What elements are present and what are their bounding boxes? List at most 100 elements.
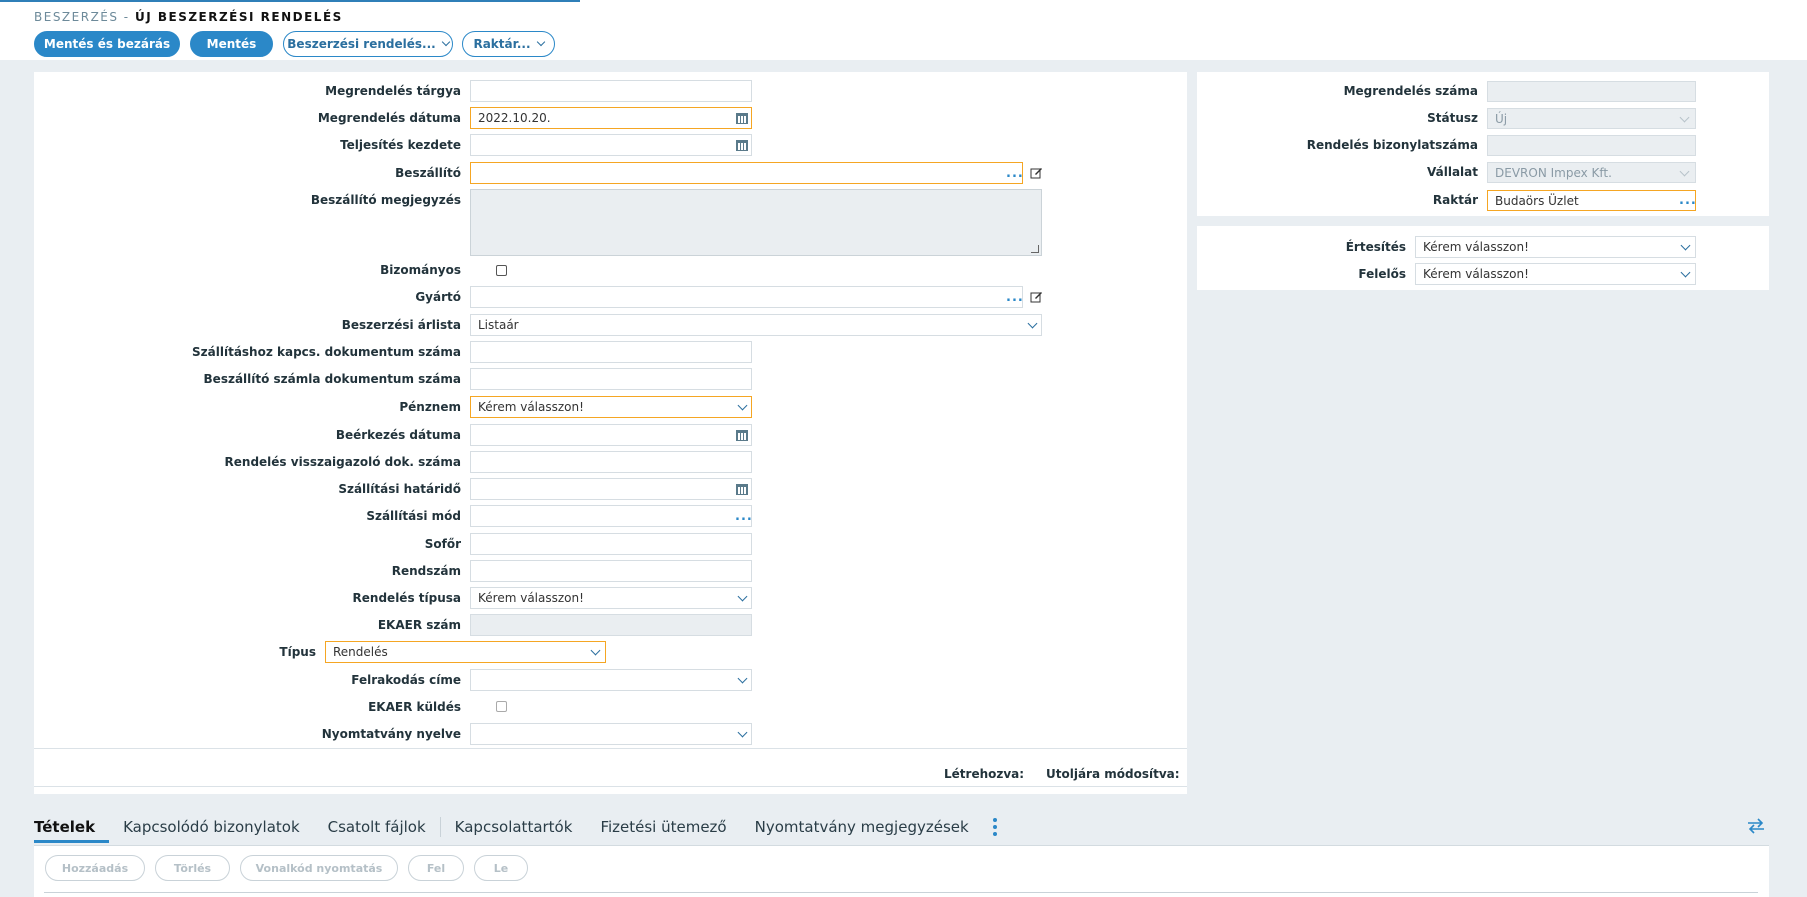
delivery-method-input[interactable] (470, 505, 752, 527)
supplier-note-textarea[interactable] (470, 189, 1042, 256)
more-vertical-icon[interactable] (992, 818, 997, 836)
fulfillment-start-input[interactable] (470, 134, 752, 156)
manufacturer-input[interactable] (470, 286, 1023, 308)
label-manufacturer: Gyártó (415, 290, 461, 304)
responsible-select[interactable]: Kérem válasszon! (1415, 263, 1696, 285)
divider (34, 786, 1187, 787)
barcode-print-button[interactable]: Vonalkód nyomtatás (240, 855, 398, 881)
license-plate-input[interactable] (470, 560, 752, 582)
label-type: Típus (279, 645, 316, 659)
page-title: ÚJ BESZERZÉSI RENDELÉS (134, 10, 343, 24)
tab-attached-files[interactable]: Csatolt fájlok (314, 818, 440, 836)
loading-address-select[interactable] (470, 669, 752, 691)
supplier-invoice-number-input[interactable] (470, 368, 752, 390)
resize-handle-icon[interactable] (1031, 245, 1039, 253)
label-supplier-note: Beszállító megjegyzés (310, 193, 461, 207)
lookup-dots-icon[interactable]: ... (1006, 291, 1024, 304)
lookup-dots-icon[interactable]: ... (1006, 167, 1024, 180)
calendar-icon[interactable] (736, 430, 748, 441)
currency-value: Kérem válasszon! (478, 400, 584, 414)
supplier-input[interactable] (470, 162, 1023, 184)
calendar-icon[interactable] (736, 113, 748, 124)
price-list-value: Listaár (478, 318, 519, 332)
save-button[interactable]: Mentés (190, 31, 273, 57)
label-price-list: Beszerzési árlista (341, 318, 461, 332)
label-driver: Sofőr (424, 537, 461, 551)
tab-payment-schedule[interactable]: Fizetési ütemező (586, 818, 740, 836)
save-and-close-label: Mentés és bezárás (43, 37, 171, 51)
warehouse-input[interactable]: Budaörs Üzlet (1487, 190, 1696, 211)
subject-input[interactable] (470, 80, 752, 102)
ekaer-send-checkbox (496, 701, 507, 712)
label-order-number: Megrendelés száma (1343, 84, 1478, 98)
swap-arrows-icon[interactable] (1747, 818, 1765, 834)
notification-select[interactable]: Kérem válasszon! (1415, 236, 1696, 258)
arrival-date-input[interactable] (470, 424, 752, 446)
label-supplier-invoice-number: Beszállító számla dokumentum száma (203, 372, 461, 386)
tab-bar: Tételek Kapcsolódó bizonylatok Csatolt f… (34, 814, 997, 843)
company-select: DEVRON Impex Kft. (1487, 162, 1696, 183)
tab-contacts[interactable]: Kapcsolattartók (441, 818, 587, 836)
order-type-select[interactable]: Kérem válasszon! (470, 587, 752, 609)
label-license-plate: Rendszám (391, 564, 461, 578)
confirmation-doc-number-input[interactable] (470, 451, 752, 473)
label-delivery-method: Szállítási mód (366, 509, 461, 523)
label-ekaer-send: EKAER küldés (368, 700, 461, 714)
edit-icon[interactable] (1030, 290, 1043, 303)
calendar-icon[interactable] (736, 484, 748, 495)
delete-item-button[interactable]: Törlés (155, 855, 230, 881)
modified-label: Utoljára módosítva: (1046, 767, 1180, 781)
label-ekaer-number: EKAER szám (377, 618, 461, 632)
label-print-language: Nyomtatvány nyelve (321, 727, 461, 741)
currency-select[interactable]: Kérem válasszon! (470, 396, 752, 418)
label-subject: Megrendelés tárgya (325, 84, 461, 98)
label-responsible: Felelős (1358, 267, 1406, 281)
order-type-value: Kérem válasszon! (478, 591, 584, 605)
label-confirmation-doc-number: Rendelés visszaigazoló dok. száma (224, 455, 461, 469)
delivery-deadline-input[interactable] (470, 478, 752, 500)
price-list-select[interactable]: Listaár (470, 314, 1042, 336)
calendar-icon[interactable] (736, 140, 748, 151)
type-value: Rendelés (333, 645, 388, 659)
tab-items[interactable]: Tételek (34, 818, 110, 843)
breadcrumb: BESZERZÉS - ÚJ BESZERZÉSI RENDELÉS (34, 10, 343, 24)
delivery-doc-number-input[interactable] (470, 341, 752, 363)
order-date-input[interactable]: 2022.10.20. (470, 107, 752, 129)
lookup-dots-icon[interactable]: ... (1679, 194, 1697, 207)
divider (34, 748, 1187, 749)
label-order-date: Megrendelés dátuma (317, 111, 461, 125)
breadcrumb-parent[interactable]: BESZERZÉS - (34, 10, 130, 24)
label-delivery-deadline: Szállítási határidő (338, 482, 461, 496)
company-value: DEVRON Impex Kft. (1495, 165, 1612, 180)
order-number-input (1487, 81, 1696, 102)
purchase-orders-label: Beszerzési rendelés... (287, 37, 436, 51)
edit-icon[interactable] (1030, 166, 1043, 179)
warehouse-label: Raktár... (473, 37, 531, 51)
order-document-number-input (1487, 135, 1696, 156)
chevron-down-icon (441, 37, 450, 47)
tab-related-documents[interactable]: Kapcsolódó bizonylatok (109, 818, 314, 836)
move-up-button[interactable]: Fel (408, 855, 464, 881)
responsible-value: Kérem válasszon! (1423, 267, 1529, 281)
warehouse-menu-button[interactable]: Raktár... (462, 31, 555, 57)
label-warehouse: Raktár (1432, 193, 1478, 207)
label-fulfillment-start: Teljesítés kezdete (340, 138, 461, 152)
label-delivery-doc-number: Szállításhoz kapcs. dokumentum száma (192, 345, 461, 359)
save-label: Mentés (206, 37, 257, 51)
status-value: Új (1495, 111, 1508, 126)
purchase-orders-menu-button[interactable]: Beszerzési rendelés... (283, 31, 453, 57)
label-status: Státusz (1427, 111, 1478, 125)
lookup-dots-icon[interactable]: ... (735, 510, 753, 523)
type-select[interactable]: Rendelés (325, 641, 606, 663)
chevron-down-icon (536, 37, 545, 47)
print-language-select[interactable] (470, 723, 752, 745)
label-consignment: Bizományos (380, 263, 461, 277)
driver-input[interactable] (470, 533, 752, 555)
add-item-button[interactable]: Hozzáadás (45, 855, 145, 881)
top-accent-line (0, 0, 580, 2)
save-and-close-button[interactable]: Mentés és bezárás (34, 31, 180, 57)
label-loading-address: Felrakodás címe (351, 673, 461, 687)
tab-print-notes[interactable]: Nyomtatvány megjegyzések (741, 818, 983, 836)
consignment-checkbox[interactable] (496, 265, 507, 276)
move-down-button[interactable]: Le (474, 855, 528, 881)
